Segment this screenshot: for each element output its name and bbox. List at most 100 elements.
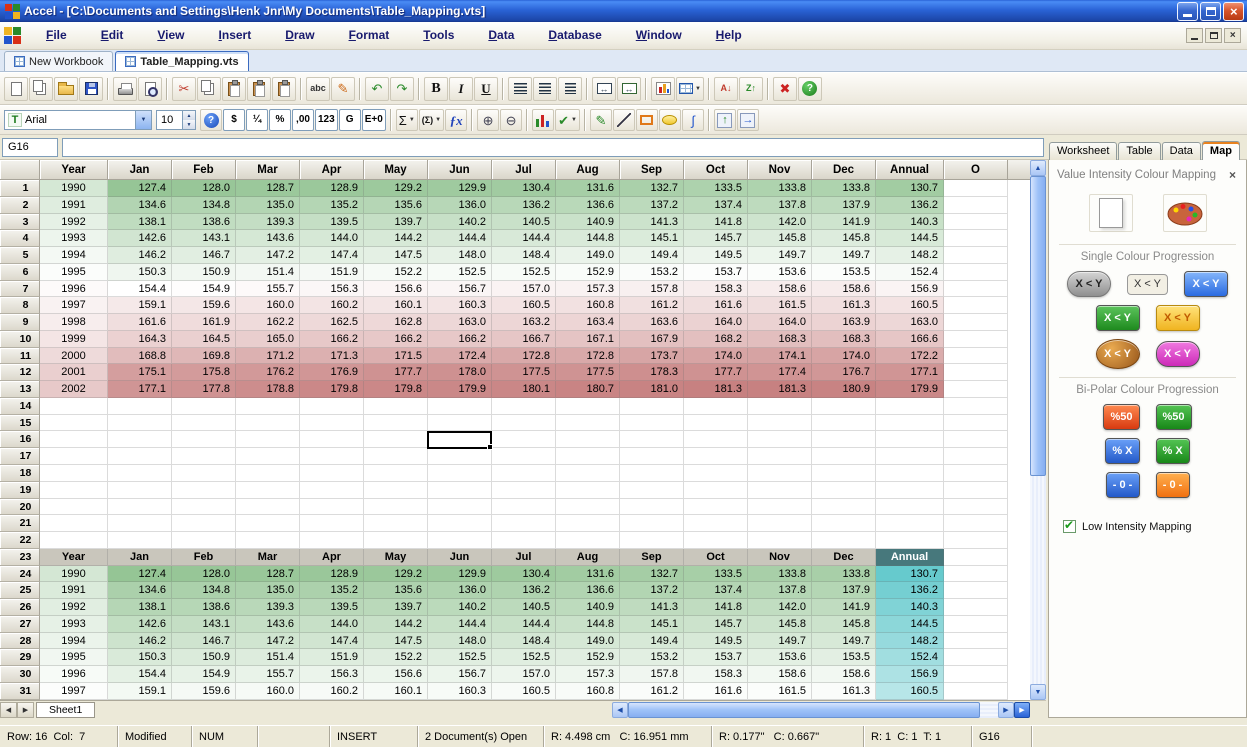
grid-cell[interactable] [556,398,620,415]
grid-cell[interactable]: 152.5 [492,264,556,281]
grid-cell[interactable]: 150.9 [172,264,236,281]
grid-cell[interactable] [236,515,300,532]
grid-cell[interactable]: 164.0 [748,314,812,331]
grid-cell[interactable]: 161.6 [108,314,172,331]
grid-cell[interactable] [172,448,236,465]
grid-cell[interactable]: 2002 [40,381,108,398]
grid-cell[interactable]: 127.4 [108,566,172,583]
grid-cell[interactable]: 160.8 [556,297,620,314]
grid-cell[interactable]: 160.0 [236,297,300,314]
close-button[interactable]: × [1223,2,1244,21]
grid-cell[interactable]: 147.2 [236,247,300,264]
row-header-17[interactable]: 17 [0,448,40,465]
grid-cell[interactable] [300,482,364,499]
grid-cell[interactable]: 128.7 [236,180,300,197]
grid-cell[interactable]: 156.6 [364,666,428,683]
column-header-jun[interactable]: Jun [428,160,492,180]
sum[interactable]: Σ▼ [396,109,418,131]
grid-cell[interactable] [944,499,1008,516]
row-header-14[interactable]: 14 [0,398,40,415]
grid-cell[interactable]: Mar [236,549,300,566]
grid-cell[interactable]: 135.2 [300,582,364,599]
grid-cell[interactable]: 166.6 [876,331,944,348]
grid-cell[interactable] [944,281,1008,298]
grid-cell[interactable] [944,230,1008,247]
grid-cell[interactable]: 149.0 [556,633,620,650]
grid-cell[interactable] [300,448,364,465]
row-header-28[interactable]: 28 [0,633,40,650]
undo[interactable]: ↶ [365,77,389,101]
column-header-oct[interactable]: Oct [684,160,748,180]
selected-cell-outline[interactable] [427,431,492,449]
grid-cell[interactable]: 144.2 [364,230,428,247]
new-document[interactable] [4,77,28,101]
grid-cell[interactable] [492,465,556,482]
grid-cell[interactable]: 163.9 [812,314,876,331]
minimize-button[interactable] [1177,2,1198,21]
grid-cell[interactable]: 2000 [40,348,108,365]
grid-cell[interactable]: 145.8 [748,616,812,633]
grid-cell[interactable]: 137.9 [812,197,876,214]
grid-cell[interactable] [172,415,236,432]
grid-cell[interactable] [812,515,876,532]
grid-cell[interactable]: 147.4 [300,247,364,264]
grid-cell[interactable]: 143.6 [236,616,300,633]
size-up-icon[interactable]: ▲ [183,111,195,120]
menu-data[interactable]: Data [471,22,531,49]
grid-cell[interactable]: 163.4 [556,314,620,331]
grid-cell[interactable]: 136.2 [492,582,556,599]
grid-cell[interactable] [300,431,364,448]
grid-cell[interactable]: 134.6 [108,197,172,214]
grid-cell[interactable]: 140.3 [876,599,944,616]
grid-cell[interactable] [364,499,428,516]
grid-cell[interactable]: 145.8 [748,230,812,247]
grid-cell[interactable]: 1990 [40,180,108,197]
grid-cell[interactable]: 145.8 [812,230,876,247]
grid-cell[interactable] [944,381,1008,398]
grid-cell[interactable] [172,515,236,532]
grid-cell[interactable]: 130.4 [492,180,556,197]
grid-cell[interactable] [236,482,300,499]
new-mapping-sheet[interactable] [1089,194,1133,232]
grid-cell[interactable] [172,431,236,448]
bipolar-red-50[interactable]: %50 [1103,404,1139,430]
grid-cell[interactable] [748,415,812,432]
grid-cell[interactable]: 172.8 [492,348,556,365]
grid-cell[interactable] [300,532,364,549]
grid-cell[interactable]: 162.8 [364,314,428,331]
grid-cell[interactable]: 141.9 [812,214,876,231]
grid-cell[interactable]: 149.5 [684,633,748,650]
grid-cell[interactable]: 140.5 [492,599,556,616]
grid-cell[interactable]: 1997 [40,683,108,700]
grid-cell[interactable]: 145.1 [620,230,684,247]
menu-database[interactable]: Database [531,22,618,49]
grid-cell[interactable]: 171.2 [236,348,300,365]
grid-cell[interactable] [108,415,172,432]
row-header-20[interactable]: 20 [0,499,40,516]
grid-cell[interactable] [428,532,492,549]
copy-workbook[interactable] [29,77,53,101]
grid-cell[interactable]: 1995 [40,649,108,666]
grid-cell[interactable]: 177.5 [492,364,556,381]
grid-cell[interactable] [364,515,428,532]
grid-cell[interactable] [944,582,1008,599]
grid-cell[interactable]: 1996 [40,666,108,683]
grid-cell[interactable] [876,465,944,482]
grid-cell[interactable]: 134.8 [172,197,236,214]
column-header-year[interactable]: Year [40,160,108,180]
grid-cell[interactable]: 161.2 [620,683,684,700]
grid-cell[interactable] [428,415,492,432]
grid-cell[interactable] [492,431,556,448]
grid-cell[interactable]: 167.1 [556,331,620,348]
grid-cell[interactable]: 153.6 [748,264,812,281]
grid-cell[interactable]: 172.8 [556,348,620,365]
grid-cell[interactable] [556,532,620,549]
row-header-18[interactable]: 18 [0,465,40,482]
grid-cell[interactable]: 137.4 [684,582,748,599]
grid-cell[interactable]: 178.3 [620,364,684,381]
grid-cell[interactable] [812,431,876,448]
grid-cell[interactable] [944,549,1008,566]
grid-cell[interactable]: 159.1 [108,297,172,314]
grid-cell[interactable]: 136.6 [556,197,620,214]
row-header-13[interactable]: 13 [0,381,40,398]
